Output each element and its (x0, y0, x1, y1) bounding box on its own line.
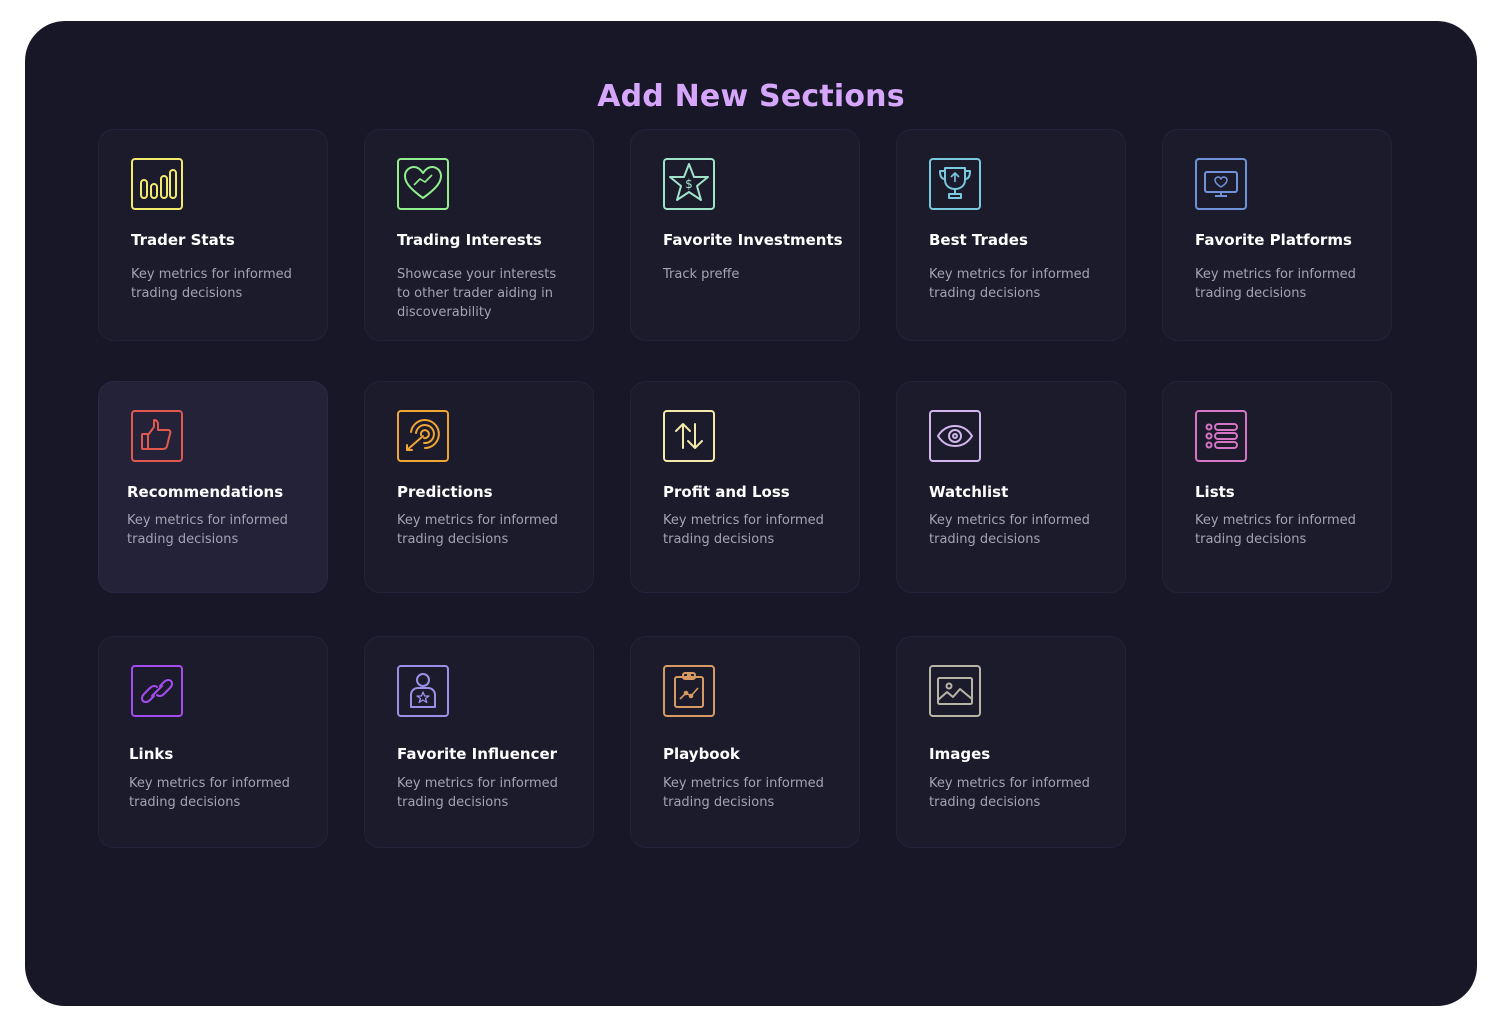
section-card-favorite-influencer[interactable]: Favorite Influencer Key metrics for info… (364, 636, 594, 848)
section-description: Track preffe (663, 267, 740, 282)
section-card-trading-interests[interactable]: Trading Interests Showcase your interest… (364, 129, 594, 341)
image-icon-svg (929, 665, 981, 717)
section-title: Trading Interests (397, 231, 542, 249)
section-card-links[interactable]: Links Key metrics for informed trading d… (98, 636, 328, 848)
section-description: Key metrics for informed trading decisio… (929, 776, 1090, 810)
section-title: Watchlist (929, 483, 1009, 501)
section-description: Key metrics for informed trading decisio… (127, 513, 288, 547)
section-title: Profit and Loss (663, 483, 790, 501)
star-dollar-icon: $ (663, 158, 715, 210)
heart-chart-icon-svg (397, 158, 449, 210)
section-card-best-trades[interactable]: Best Trades Key metrics for informed tra… (896, 129, 1126, 341)
influencer-badge-icon (397, 665, 449, 717)
trophy-icon (929, 158, 981, 210)
section-description: Key metrics for informed trading decisio… (129, 776, 290, 810)
section-description: Showcase your interests to other trader … (397, 267, 557, 320)
thumbs-up-icon (131, 410, 183, 462)
section-card-predictions[interactable]: Predictions Key metrics for informed tra… (364, 381, 594, 593)
section-title: Favorite Platforms (1195, 231, 1352, 249)
eye-icon-svg (929, 410, 981, 462)
section-title: Links (129, 745, 174, 763)
section-card-profit-and-loss[interactable]: Profit and Loss Key metrics for informed… (630, 381, 860, 593)
section-title: Recommendations (127, 483, 284, 501)
section-description: Key metrics for informed trading decisio… (397, 776, 558, 810)
section-description: Key metrics for informed trading decisio… (1195, 513, 1356, 547)
section-title: Lists (1195, 483, 1235, 501)
clipboard-chart-icon-svg (663, 665, 715, 717)
section-title: Predictions (397, 483, 493, 501)
bar-chart-icon (131, 158, 183, 210)
section-card-recommendations[interactable]: Recommendations Key metrics for informed… (98, 381, 328, 593)
section-title: Trader Stats (131, 231, 235, 249)
section-description: Key metrics for informed trading decisio… (929, 267, 1090, 301)
section-title: Favorite Investments (663, 231, 843, 249)
section-card-watchlist[interactable]: Watchlist Key metrics for informed tradi… (896, 381, 1126, 593)
section-card-trader-stats[interactable]: Trader Stats Key metrics for informed tr… (98, 129, 328, 341)
section-description: Key metrics for informed trading decisio… (397, 513, 558, 547)
section-card-favorite-investments[interactable]: $ Favorite Investments Track preffe (630, 129, 860, 341)
section-card-images[interactable]: Images Key metrics for informed trading … (896, 636, 1126, 848)
section-card-favorite-platforms[interactable]: Favorite Platforms Key metrics for infor… (1162, 129, 1392, 341)
monitor-heart-icon (1195, 158, 1247, 210)
target-icon-svg (397, 410, 449, 462)
section-title: Favorite Influencer (397, 745, 558, 763)
page-title: Add New Sections (597, 79, 905, 114)
section-title: Images (929, 745, 991, 763)
eye-icon (929, 410, 981, 462)
list-icon-svg (1195, 410, 1247, 462)
star-dollar-icon-svg: $ (663, 158, 715, 210)
link-icon (131, 665, 183, 717)
clipboard-chart-icon (663, 665, 715, 717)
section-description: Key metrics for informed trading decisio… (663, 513, 824, 547)
up-down-arrows-icon-svg (663, 410, 715, 462)
up-down-arrows-icon (663, 410, 715, 462)
section-description: Key metrics for informed trading decisio… (663, 776, 824, 810)
section-title: Best Trades (929, 231, 1028, 249)
thumbs-up-icon-svg (131, 410, 183, 462)
section-description: Key metrics for informed trading decisio… (1195, 267, 1356, 301)
trophy-icon-svg (929, 158, 981, 210)
monitor-heart-icon-svg (1195, 158, 1247, 210)
section-card-playbook[interactable]: Playbook Key metrics for informed tradin… (630, 636, 860, 848)
section-title: Playbook (663, 745, 740, 763)
section-description: Key metrics for informed trading decisio… (929, 513, 1090, 547)
section-card-lists[interactable]: Lists Key metrics for informed trading d… (1162, 381, 1392, 593)
influencer-badge-icon-svg (397, 665, 449, 717)
heart-chart-icon (397, 158, 449, 210)
list-icon (1195, 410, 1247, 462)
target-icon (397, 410, 449, 462)
svg-text:$: $ (685, 177, 693, 191)
link-icon-svg (131, 665, 183, 717)
bar-chart-icon-svg (131, 158, 183, 210)
section-description: Key metrics for informed trading decisio… (131, 267, 292, 301)
image-icon (929, 665, 981, 717)
